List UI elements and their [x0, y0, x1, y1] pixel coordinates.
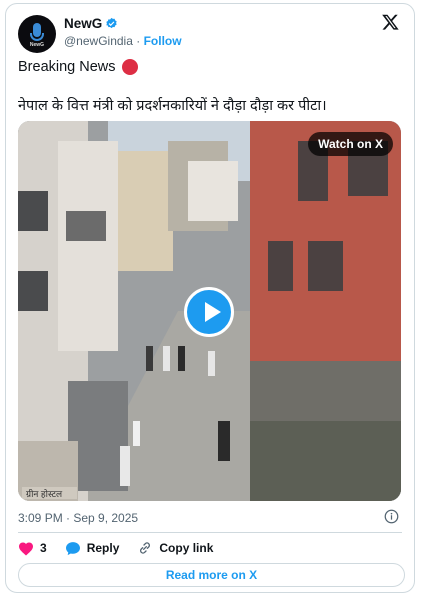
tweet-line1: Breaking News [18, 59, 138, 75]
avatar[interactable]: NewG [18, 15, 56, 53]
tweet-text-1: Breaking News [18, 59, 116, 75]
follow-button[interactable]: Follow [144, 34, 182, 48]
link-icon [140, 542, 151, 554]
divider [18, 532, 402, 533]
author-name-row: NewG [64, 16, 118, 31]
author-name[interactable]: NewG [64, 16, 102, 31]
heart-icon [19, 542, 33, 555]
read-more-button[interactable]: Read more on X [18, 563, 405, 587]
tweet-text-2: नेपाल के वित्त मंत्री को प्रदर्शनकारियों… [18, 98, 327, 114]
verified-icon [106, 17, 117, 29]
x-logo-icon[interactable] [381, 13, 400, 31]
play-icon[interactable] [184, 287, 234, 337]
watch-on-x-button[interactable]: Watch on X [308, 132, 393, 156]
mic-stand [30, 33, 44, 41]
reply-label: Reply [86, 541, 120, 555]
video-player[interactable]: ग्रीन होस्टल Watch on X [18, 121, 401, 501]
author-handle-row: @newGindia · Follow [64, 34, 182, 48]
like-count: 3 [40, 541, 47, 555]
red-circle-icon [121, 59, 138, 75]
timestamp[interactable]: 3:09 PM · Sep 9, 2025 [18, 511, 138, 525]
avatar-text: NewG [29, 42, 45, 48]
copy-link-button[interactable]: Copy link [137, 540, 213, 556]
author-handle[interactable]: @newGindia [64, 34, 133, 48]
reply-icon [65, 541, 80, 555]
action-bar: 3 Reply Copy link [18, 540, 231, 556]
separator: · [136, 34, 141, 48]
tweet-card: NewG NewG @newGindia · Follow Breaking N… [5, 3, 415, 593]
reply-button[interactable]: Reply [65, 541, 120, 556]
copy-link-label: Copy link [159, 541, 214, 555]
info-icon[interactable] [384, 509, 399, 524]
like-button[interactable]: 3 [18, 541, 47, 556]
shop-sign: ग्रीन होस्टल [26, 488, 63, 499]
